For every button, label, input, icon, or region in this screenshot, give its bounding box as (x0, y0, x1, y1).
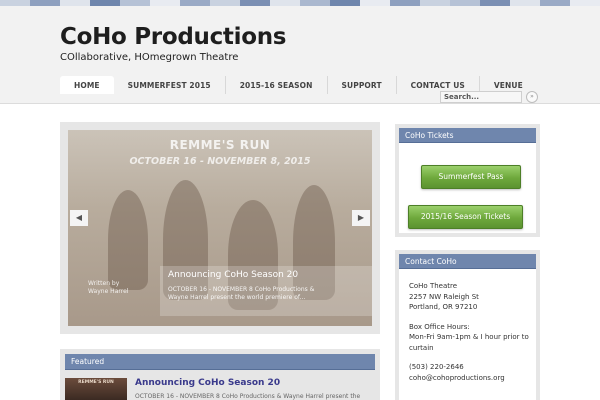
chevron-left-icon: ◀ (75, 213, 83, 222)
slide-title: REMME'S RUN (169, 138, 271, 152)
chevron-right-icon: ▶ (357, 213, 365, 222)
featured-title[interactable]: Announcing CoHo Season 20 (135, 378, 360, 388)
contact-info: CoHo Theatre 2257 NW Raleigh St Portland… (409, 281, 537, 383)
credit-label: Written by (88, 280, 120, 287)
season-tickets-button[interactable]: 2015/16 Season Tickets (408, 205, 523, 229)
slider-prev-button[interactable]: ◀ (70, 210, 88, 226)
slide-figure (108, 190, 148, 290)
contact-street: 2257 NW Raleigh St (409, 292, 479, 301)
contact-phone: (503) 220-2646 (409, 363, 464, 371)
contact-heading: Contact CoHo (399, 254, 536, 269)
featured-thumbnail[interactable]: REMME'S RUN (65, 378, 127, 400)
contact-name: CoHo Theatre (409, 282, 458, 290)
site-title[interactable]: CoHo Productions (60, 24, 286, 50)
slide-caption-text: OCTOBER 16 - NOVEMBER 8 CoHo Productions… (168, 286, 364, 302)
search-submit-button[interactable]: » (526, 91, 538, 103)
contact-email[interactable]: coho@cohoproductions.org (409, 373, 537, 384)
nav-item-home[interactable]: HOME (60, 76, 114, 94)
slider-next-button[interactable]: ▶ (352, 210, 370, 226)
featured-slider: REMME'S RUN OCTOBER 16 - NOVEMBER 8, 201… (60, 122, 380, 334)
featured-item: REMME'S RUN Announcing CoHo Season 20 OC… (65, 378, 375, 400)
featured-panel: Featured REMME'S RUN Announcing CoHo Sea… (60, 349, 380, 400)
search-form: » (440, 91, 538, 103)
featured-excerpt: OCTOBER 16 - NOVEMBER 8 CoHo Productions… (135, 393, 361, 400)
slide-caption-title[interactable]: Announcing CoHo Season 20 (168, 270, 364, 280)
hours-line: curtain (409, 343, 434, 352)
nav-item-support[interactable]: SUPPORT (328, 76, 397, 94)
summerfest-pass-button[interactable]: Summerfest Pass (421, 165, 521, 189)
hours-label: Box Office Hours: (409, 322, 470, 331)
caption-line: OCTOBER 16 - NOVEMBER 8 CoHo Productions… (168, 286, 315, 293)
contact-widget-body: Contact CoHo CoHo Theatre 2257 NW Raleig… (399, 254, 536, 400)
caption-line: Wayne Harrel present the world premiere … (168, 294, 306, 301)
nav-item-season[interactable]: 2015-16 SEASON (226, 76, 328, 94)
slide-image[interactable]: REMME'S RUN OCTOBER 16 - NOVEMBER 8, 201… (68, 130, 372, 326)
featured-heading: Featured (65, 354, 375, 370)
slide-caption[interactable]: Announcing CoHo Season 20 OCTOBER 16 - N… (160, 266, 372, 316)
search-input[interactable] (440, 91, 522, 103)
tickets-widget-body: CoHo Tickets Summerfest Pass 2015/16 Sea… (399, 128, 536, 233)
contact-widget: Contact CoHo CoHo Theatre 2257 NW Raleig… (395, 250, 540, 400)
site-tagline: COllaborative, HOmegrown Theatre (60, 52, 239, 63)
hours-line: Mon-Fri 9am-1pm & I hour prior to (409, 333, 529, 341)
tickets-widget: CoHo Tickets Summerfest Pass 2015/16 Sea… (395, 124, 540, 237)
credit-author: Wayne Harrel (88, 288, 129, 295)
slide-dates: OCTOBER 16 - NOVEMBER 8, 2015 (129, 156, 311, 167)
featured-text: Announcing CoHo Season 20 OCTOBER 16 - N… (135, 378, 360, 400)
nav-item-summerfest[interactable]: SUMMERFEST 2015 (114, 76, 226, 94)
slide-credit: Written by Wayne Harrel (88, 280, 128, 296)
contact-city: Portland, OR 97210 (409, 303, 478, 311)
main-content: REMME'S RUN OCTOBER 16 - NOVEMBER 8, 201… (0, 104, 600, 400)
arrow-right-icon: » (530, 93, 534, 100)
site-header: CoHo Productions COllaborative, HOmegrow… (0, 6, 600, 104)
tickets-heading: CoHo Tickets (399, 128, 536, 143)
